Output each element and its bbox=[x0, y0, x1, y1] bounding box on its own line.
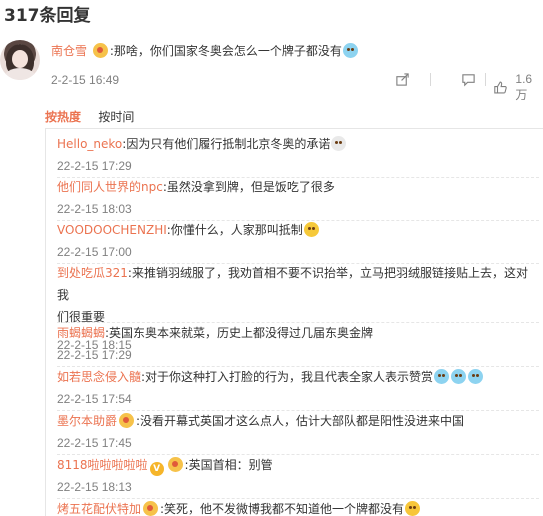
reply-username[interactable]: 如若思念侵入髓 bbox=[57, 370, 141, 384]
tab-sort-by-hot[interactable]: 按热度 bbox=[45, 110, 81, 124]
list-item: VOODOOCHENZHI:你懂什么，人家那叫抵制 22-2-15 17:00 bbox=[57, 219, 539, 263]
reply-username[interactable]: 8118啦啦啦啦啦 bbox=[57, 458, 148, 472]
main-comment-text: :那啥，你们国家冬奥会怎么一个牌子都没有 bbox=[109, 44, 342, 58]
cry-laugh-emoji-icon bbox=[342, 43, 358, 58]
cry-laugh-emoji-icon bbox=[468, 369, 484, 384]
reply-username[interactable]: 到处吃瓜321 bbox=[57, 266, 128, 280]
reply-time: 22-2-15 17:29 bbox=[57, 348, 132, 362]
reply-text: :英国首相：别管 bbox=[184, 458, 273, 472]
list-item: 如若思念侵入髓:对于你这种打入打脸的行为，我且代表全家人表示赞赏 22-2-15… bbox=[57, 366, 539, 410]
user-badge-icon bbox=[119, 413, 135, 428]
like-count: 1.6万 bbox=[515, 72, 533, 102]
reply-text: :没看开幕式英国才这么点人，估计大部队都是阳性没进来中国 bbox=[136, 414, 465, 428]
reply-username[interactable]: 墨尔本助爵 bbox=[57, 414, 117, 428]
avatar[interactable] bbox=[0, 40, 40, 80]
reply-time: 22-2-15 18:13 bbox=[57, 480, 132, 494]
reply-text: :你懂什么，人家那叫抵制 bbox=[166, 223, 303, 237]
like-icon bbox=[494, 81, 507, 94]
tab-sort-by-time[interactable]: 按时间 bbox=[98, 110, 134, 124]
comment-icon bbox=[462, 74, 475, 87]
reply-text: :来推销羽绒服了，我劝首相不要不识抬举，立马把羽绒服链接贴上去，这对我 bbox=[57, 266, 528, 302]
reply-list: Hello_neko:因为只有他们履行抵制北京冬奥的承诺 22-2-15 17:… bbox=[45, 128, 543, 516]
like-button[interactable]: 1.6万 bbox=[493, 72, 543, 103]
reply-text: :笑死，他不发微博我都不知道他一个牌都没有 bbox=[160, 502, 405, 516]
list-item: 墨尔本助爵 :没看开幕式英国才这么点人，估计大部队都是阳性没进来中国 22-2-1… bbox=[57, 410, 539, 454]
cheer-emoji-icon bbox=[303, 222, 319, 237]
user-badge-icon bbox=[167, 457, 183, 472]
cry-laugh-emoji-icon bbox=[434, 369, 450, 384]
zipper-mouth-emoji-icon bbox=[331, 136, 347, 151]
reply-text: :虽然没拿到牌，但是饭吃了很多 bbox=[162, 180, 335, 194]
list-item: 他们同人世界的npc:虽然没拿到牌，但是饭吃了很多 22-2-15 18:03 bbox=[57, 176, 539, 220]
reply-username[interactable]: 雨蝎蝎蝎 bbox=[57, 326, 105, 340]
reply-count-title: 317条回复 bbox=[4, 6, 91, 26]
reply-time: 22-2-15 17:45 bbox=[57, 436, 132, 450]
share-icon bbox=[396, 73, 409, 86]
list-item: 烤五花配伏特加 :笑死，他不发微博我都不知道他一个牌都没有 bbox=[57, 498, 539, 516]
sort-tabs: 按热度 按时间 bbox=[45, 108, 148, 125]
reply-username[interactable]: 他们同人世界的npc bbox=[57, 180, 163, 194]
reply-text: :因为只有他们履行抵制北京冬奥的承诺 bbox=[122, 137, 331, 151]
share-button[interactable] bbox=[395, 72, 410, 87]
cry-laugh-emoji-icon bbox=[451, 369, 467, 384]
reply-username[interactable]: Hello_neko bbox=[57, 137, 122, 151]
user-badge-icon bbox=[143, 501, 159, 516]
main-comment-username[interactable]: 南仓雪 bbox=[51, 44, 87, 58]
list-item: Hello_neko:因为只有他们履行抵制北京冬奥的承诺 22-2-15 17:… bbox=[57, 133, 539, 177]
main-comment: 南仓雪 :那啥，你们国家冬奥会怎么一个牌子都没有 bbox=[51, 42, 359, 59]
main-comment-time: 2-2-15 16:49 bbox=[51, 73, 120, 87]
grinning-emoji-icon bbox=[405, 501, 421, 516]
reply-time: 22-2-15 18:03 bbox=[57, 202, 132, 216]
reply-text: :英国东奥本来就菜，历史上都没得过几届东奥金牌 bbox=[105, 326, 374, 340]
verified-badge-icon: V bbox=[149, 462, 164, 476]
reply-time: 22-2-15 17:54 bbox=[57, 392, 132, 406]
comment-button[interactable] bbox=[461, 72, 476, 87]
reply-username[interactable]: 烤五花配伏特加 bbox=[57, 502, 141, 516]
reply-text: :对于你这种打入打脸的行为，我且代表全家人表示赞赏 bbox=[141, 370, 434, 384]
reply-username[interactable]: VOODOOCHENZHI bbox=[57, 223, 167, 237]
user-badge-icon bbox=[92, 43, 108, 58]
list-item: 雨蝎蝎蝎:英国东奥本来就菜，历史上都没得过几届东奥金牌 22-2-15 17:2… bbox=[57, 322, 539, 366]
reply-time: 22-2-15 17:00 bbox=[57, 245, 132, 259]
reply-time: 22-2-15 17:29 bbox=[57, 159, 132, 173]
list-item: 8118啦啦啦啦啦 V :英国首相：别管 22-2-15 18:13 bbox=[57, 454, 539, 498]
